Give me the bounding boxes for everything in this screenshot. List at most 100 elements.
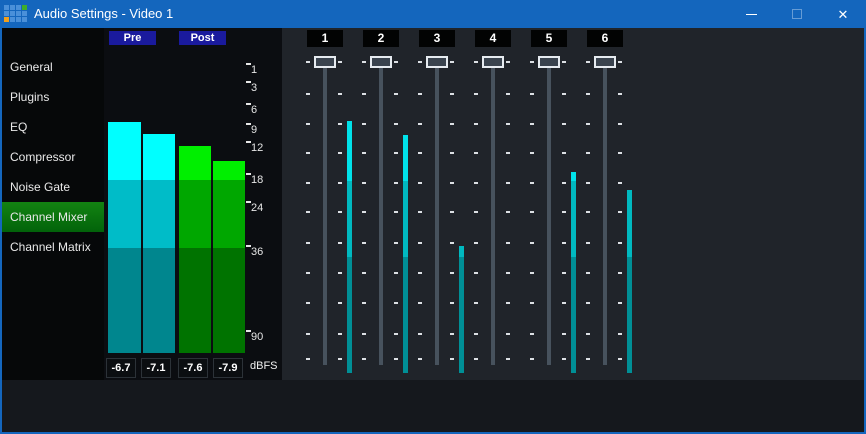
slider-tick xyxy=(562,93,566,95)
slider-tick xyxy=(474,242,478,244)
db-scale-label-12: 12 xyxy=(251,140,281,156)
post-level-value-l: -7.6 xyxy=(178,358,208,378)
sidebar-item-channel-matrix[interactable]: Channel Matrix xyxy=(0,232,104,262)
slider-tick xyxy=(362,182,366,184)
slider-tick xyxy=(306,242,310,244)
db-scale-tick xyxy=(246,330,251,332)
slider-tick xyxy=(362,61,366,63)
slider-tick xyxy=(506,358,510,360)
channel-2-slider-handle[interactable] xyxy=(370,56,392,68)
channel-4-slider-handle[interactable] xyxy=(482,56,504,68)
slider-tick xyxy=(362,242,366,244)
slider-tick xyxy=(450,302,454,304)
slider-tick xyxy=(474,182,478,184)
level-meter-panel: Pre Post dBFS -6.7-7.1-7.6-7.91369121824… xyxy=(104,28,282,380)
post-level-value-r: -7.9 xyxy=(213,358,243,378)
slider-tick xyxy=(418,182,422,184)
slider-tick xyxy=(506,302,510,304)
slider-tick xyxy=(450,242,454,244)
slider-tick xyxy=(338,333,342,335)
slider-tick xyxy=(306,302,310,304)
sidebar-item-plugins[interactable]: Plugins xyxy=(0,82,104,112)
db-scale-tick xyxy=(246,103,251,105)
slider-tick xyxy=(338,272,342,274)
slider-tick xyxy=(618,211,622,213)
slider-tick xyxy=(394,242,398,244)
slider-tick xyxy=(562,61,566,63)
post-meter-button[interactable]: Post xyxy=(179,31,226,45)
channel-5-slider-handle[interactable] xyxy=(538,56,560,68)
slider-tick xyxy=(586,152,590,154)
slider-tick xyxy=(306,272,310,274)
channel-mixer-area: 123456 xyxy=(282,28,864,380)
slider-tick xyxy=(506,123,510,125)
db-scale-tick xyxy=(246,201,251,203)
slider-tick xyxy=(474,93,478,95)
channel-6-slider-handle[interactable] xyxy=(594,56,616,68)
slider-tick xyxy=(474,61,478,63)
slider-tick xyxy=(506,272,510,274)
slider-tick xyxy=(530,123,534,125)
sidebar-item-eq[interactable]: EQ xyxy=(0,112,104,142)
slider-tick xyxy=(418,333,422,335)
sidebar-item-channel-mixer[interactable]: Channel Mixer xyxy=(0,202,104,232)
slider-tick xyxy=(618,123,622,125)
slider-tick xyxy=(306,182,310,184)
slider-tick xyxy=(418,242,422,244)
slider-tick xyxy=(338,152,342,154)
sidebar-item-general[interactable]: General xyxy=(0,52,104,82)
slider-tick xyxy=(338,242,342,244)
slider-tick xyxy=(618,358,622,360)
slider-tick xyxy=(586,242,590,244)
slider-tick xyxy=(530,242,534,244)
slider-tick xyxy=(338,211,342,213)
slider-tick xyxy=(562,302,566,304)
slider-tick xyxy=(618,152,622,154)
pre-meter-button[interactable]: Pre xyxy=(109,31,156,45)
slider-tick xyxy=(530,93,534,95)
slider-tick xyxy=(530,211,534,213)
channel-1-level-meter xyxy=(347,121,352,373)
slider-tick xyxy=(418,93,422,95)
slider-tick xyxy=(474,123,478,125)
slider-tick xyxy=(394,333,398,335)
slider-tick xyxy=(306,333,310,335)
slider-tick xyxy=(562,211,566,213)
slider-tick xyxy=(562,123,566,125)
slider-tick xyxy=(394,152,398,154)
slider-tick xyxy=(338,93,342,95)
slider-tick xyxy=(394,302,398,304)
channel-3-slider-track xyxy=(435,62,439,365)
slider-tick xyxy=(530,358,534,360)
db-scale-tick xyxy=(246,63,251,65)
slider-tick xyxy=(618,61,622,63)
db-scale-label-24: 24 xyxy=(251,200,281,216)
slider-tick xyxy=(418,152,422,154)
sidebar-item-noise-gate[interactable]: Noise Gate xyxy=(0,172,104,202)
slider-tick xyxy=(586,302,590,304)
channel-1-slider-handle[interactable] xyxy=(314,56,336,68)
slider-tick xyxy=(562,182,566,184)
slider-tick xyxy=(306,93,310,95)
sidebar-item-compressor[interactable]: Compressor xyxy=(0,142,104,172)
channel-3-slider-handle[interactable] xyxy=(426,56,448,68)
footer-bar: Close xyxy=(0,380,866,434)
slider-tick xyxy=(450,152,454,154)
pre-level-value-l: -6.7 xyxy=(106,358,136,378)
db-scale-label-1: 1 xyxy=(251,62,281,78)
db-scale-tick xyxy=(246,123,251,125)
maximize-button[interactable] xyxy=(774,0,820,28)
slider-tick xyxy=(306,152,310,154)
slider-tick xyxy=(562,333,566,335)
slider-tick xyxy=(618,182,622,184)
db-scale-label-3: 3 xyxy=(251,80,281,96)
slider-tick xyxy=(338,358,342,360)
close-window-button[interactable]: ✕ xyxy=(820,0,866,28)
slider-tick xyxy=(306,61,310,63)
db-scale-tick xyxy=(246,173,251,175)
slider-tick xyxy=(418,302,422,304)
minimize-button[interactable] xyxy=(728,0,774,28)
titlebar: Audio Settings - Video 1 ✕ xyxy=(0,0,866,28)
slider-tick xyxy=(394,182,398,184)
slider-tick xyxy=(562,272,566,274)
